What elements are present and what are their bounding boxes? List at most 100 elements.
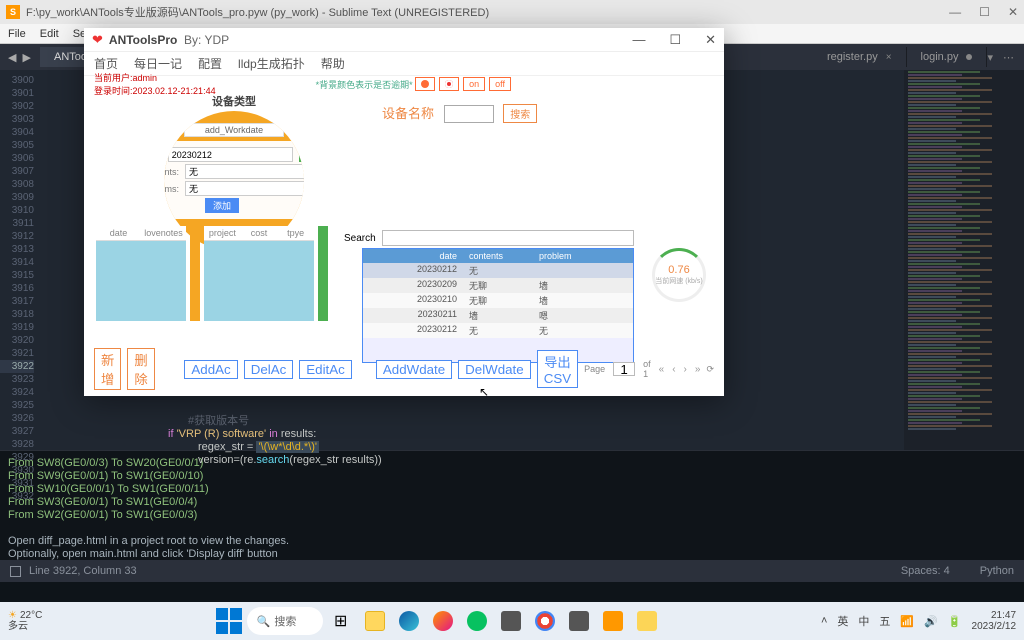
addac-button[interactable]: AddAc (184, 360, 237, 379)
addwdate-button[interactable]: AddWdate (376, 360, 452, 379)
color-dot-1[interactable] (415, 77, 435, 91)
del-button[interactable]: 删除 (127, 348, 154, 390)
line-gutter: 3900390139023903390439053906390739083909… (0, 70, 40, 450)
speed-gauge: 0.76当前网速 (kb/s) (652, 248, 706, 302)
chrome-icon[interactable] (529, 605, 561, 637)
modified-dot-icon (966, 54, 972, 60)
menu-help[interactable]: 帮助 (321, 55, 345, 72)
delac-button[interactable]: DelAc (244, 360, 294, 379)
wechat-icon[interactable] (461, 605, 493, 637)
problems-input[interactable] (185, 181, 304, 196)
app-titlebar: ❤ ANToolsPro By: YDP — ☐ ✕ (84, 28, 724, 52)
indent-setting[interactable]: Spaces: 4 (901, 565, 950, 577)
start-button[interactable] (213, 605, 245, 637)
table-row[interactable]: 20230211墙嗯 (363, 308, 633, 323)
close-button[interactable]: ✕ (1008, 5, 1018, 19)
devname-label: 设备名称 (382, 106, 434, 121)
editac-button[interactable]: EditAc (299, 360, 352, 379)
explorer-icon[interactable] (359, 605, 391, 637)
toggle-on[interactable]: on (463, 77, 485, 91)
mini-table-1[interactable] (96, 241, 186, 321)
toggle-off[interactable]: off (489, 77, 511, 91)
split-icon[interactable]: ▾ (987, 51, 993, 64)
taskbar-search[interactable]: 🔍 搜索 (247, 607, 323, 635)
scrollbar-1[interactable] (190, 226, 200, 321)
table-row[interactable]: 20230210无聊墙 (363, 293, 633, 308)
menu-lldp[interactable]: lldp生成拓扑 (238, 55, 305, 72)
sublime-taskbar-icon[interactable] (597, 605, 629, 637)
cursor-position: Line 3922, Column 33 (29, 565, 137, 577)
nav-back-icon[interactable]: ◀ (8, 51, 16, 64)
calendar-icon[interactable]: 📅 (299, 147, 304, 162)
weather-widget[interactable]: ☀22°C 多云 (8, 610, 54, 632)
table-row[interactable]: 20230209无聊墙 (363, 278, 633, 293)
nav-fwd-icon[interactable]: ▶ (22, 51, 30, 64)
app-close-button[interactable]: ✕ (705, 32, 716, 48)
ime-wu[interactable]: 五 (879, 613, 890, 629)
add-button[interactable]: 新增 (94, 348, 121, 390)
exportcsv-button[interactable]: 导出CSV (537, 350, 578, 388)
devname-input[interactable] (444, 105, 494, 123)
system-tray[interactable]: ˄ 英 中 五 📶 🔊 🔋 21:472023/2/12 (821, 610, 1016, 632)
refresh-icon[interactable]: ⟳ (706, 364, 714, 375)
ime-eng[interactable]: 英 (837, 613, 848, 629)
first-page-icon[interactable]: « (659, 364, 665, 375)
volume-icon[interactable]: 🔊 (924, 615, 938, 628)
battery-icon[interactable]: 🔋 (948, 615, 962, 628)
python-icon[interactable] (631, 605, 663, 637)
edge-icon[interactable] (393, 605, 425, 637)
tray-chevron-icon[interactable]: ˄ (821, 615, 827, 627)
devname-search-button[interactable]: 搜索 (503, 104, 537, 123)
sublime-titlebar: S F:\py_work\ANTools专业版源码\ANTools_pro.py… (0, 0, 1024, 24)
table-row[interactable]: 20230212无 (363, 263, 633, 278)
next-page-icon[interactable]: › (684, 364, 687, 375)
app-min-button[interactable]: — (632, 32, 645, 48)
syntax-setting[interactable]: Python (980, 565, 1014, 577)
firefox-icon[interactable] (427, 605, 459, 637)
scrollbar-2[interactable] (318, 226, 328, 321)
task-view-icon[interactable]: ⊞ (325, 605, 357, 637)
app-icon[interactable] (495, 605, 527, 637)
wifi-icon[interactable]: 📶 (900, 615, 914, 628)
menu-edit[interactable]: Edit (40, 28, 59, 40)
page-input[interactable] (613, 362, 635, 376)
devtype-label: 设备类型 (94, 93, 374, 109)
color-dot-2[interactable] (439, 77, 459, 91)
form-header: add_Workdate (184, 123, 284, 137)
workdate-table[interactable]: datecontentsproblem 20230212无20230209无聊墙… (362, 248, 634, 363)
minimap[interactable] (904, 70, 1024, 450)
times-input[interactable] (168, 147, 293, 162)
table-row[interactable]: 20230212无无 (363, 323, 633, 338)
app-max-button[interactable]: ☐ (669, 32, 681, 48)
max-button[interactable]: ☐ (979, 5, 990, 19)
tab-register[interactable]: register.py× (813, 47, 907, 67)
clock[interactable]: 21:472023/2/12 (972, 610, 1017, 632)
menu-file[interactable]: File (8, 28, 26, 40)
menu-config[interactable]: 配置 (198, 55, 222, 72)
mini-table-2[interactable] (204, 241, 314, 321)
menu-daily[interactable]: 每日一记 (134, 55, 182, 72)
panel-toggle-icon[interactable] (10, 566, 21, 577)
prev-page-icon[interactable]: ‹ (672, 364, 675, 375)
ime-zh[interactable]: 中 (858, 613, 869, 629)
search-input[interactable] (382, 230, 634, 246)
app2-icon[interactable] (563, 605, 595, 637)
tab-login[interactable]: login.py (907, 47, 988, 67)
sublime-icon: S (6, 5, 20, 19)
search-label: Search (344, 233, 376, 244)
close-icon[interactable]: × (886, 52, 892, 63)
windows-taskbar: ☀22°C 多云 🔍 搜索 ⊞ ˄ 英 中 五 📶 🔊 🔋 21:472023/… (0, 602, 1024, 640)
delwdate-button[interactable]: DelWdate (458, 360, 531, 379)
last-page-icon[interactable]: » (695, 364, 701, 375)
more-icon[interactable]: ⋯ (1003, 51, 1014, 64)
sublime-title-text: F:\py_work\ANTools专业版源码\ANTools_pro.pyw … (26, 4, 489, 20)
heart-icon: ❤ (92, 32, 103, 48)
statusbar: Line 3922, Column 33 Spaces: 4 Python (0, 560, 1024, 582)
submit-button[interactable]: 添加 (205, 198, 239, 213)
min-button[interactable]: — (949, 5, 961, 19)
info-bar: 当前用户:admin 登录时间:2023.02.12-21:21:44 *背景颜… (84, 76, 724, 92)
antools-window: ❤ ANToolsPro By: YDP — ☐ ✕ 首页 每日一记 配置 ll… (84, 28, 724, 396)
sun-icon: ☀ (8, 610, 17, 621)
menu-home[interactable]: 首页 (94, 55, 118, 72)
contents-input[interactable] (185, 164, 304, 179)
